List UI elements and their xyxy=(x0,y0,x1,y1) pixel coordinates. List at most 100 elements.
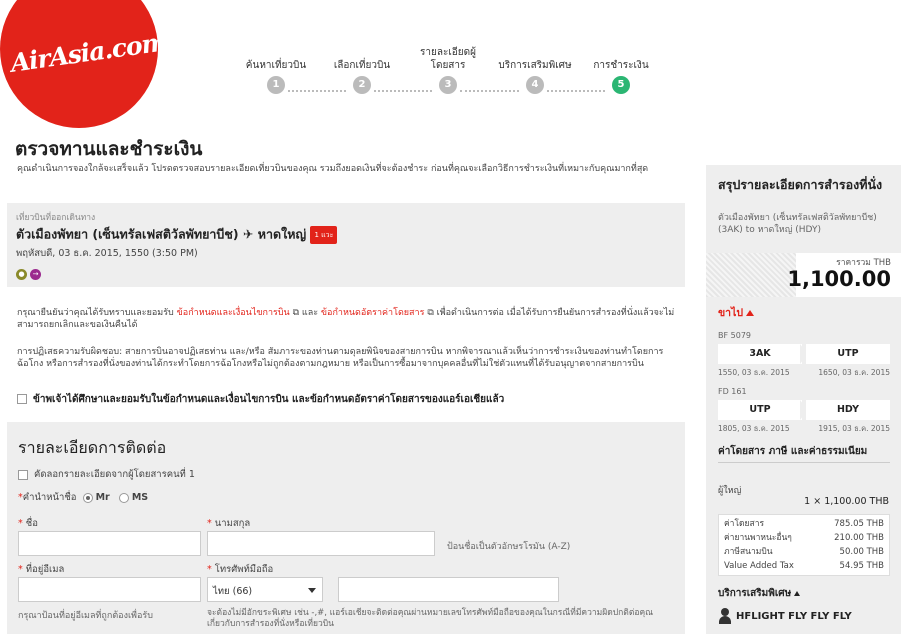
name-hint: ป้อนชื่อเป็นตัวอักษรโรมัน (A-Z) xyxy=(447,542,571,552)
fee-breakdown: ค่าโดยสาร 785.05 THB ค่ายานพาหนะอื่นๆ 210.… xyxy=(718,514,890,576)
outbound-toggle[interactable]: ขาไป xyxy=(718,304,755,321)
segment-destination: HDY xyxy=(806,400,890,420)
extras-toggle[interactable]: บริการเสริมพิเศษ xyxy=(718,586,801,601)
stops-badge: 1 แวะ xyxy=(310,226,338,244)
connection-icon: → xyxy=(30,269,41,280)
fee-row: Value Added Tax 54.95 THB xyxy=(719,559,889,573)
last-name-text: นามสกุล xyxy=(214,518,251,529)
mobile-text: โทรศัพท์มือถือ xyxy=(214,564,274,575)
ms-radio[interactable] xyxy=(118,492,129,503)
email-input[interactable] xyxy=(18,577,201,602)
segment-times: 1805, 03 ธ.ค. 2015 1915, 03 ธ.ค. 2015 xyxy=(718,423,890,435)
fare-rules-link[interactable]: ข้อกำหนดอัตราค่าโดยสาร xyxy=(321,308,425,318)
mr-label: Mr xyxy=(95,492,110,503)
email-label: * ที่อยู่อีเมล xyxy=(18,564,65,575)
step-label: รายละเอียดผู้โดยสาร xyxy=(420,47,476,71)
flight-segment: UTP HDY xyxy=(718,400,890,420)
email-hint: กรุณาป้อนที่อยู่อีเมลที่ถูกต้องเพื่อรับ xyxy=(18,611,153,621)
step-connector xyxy=(460,90,519,92)
collapse-icon xyxy=(794,590,801,596)
departure-time: 1805, 03 ธ.ค. 2015 xyxy=(718,424,790,433)
flight-terms-link[interactable]: ข้อกำหนดและเงื่อนไขการบิน xyxy=(177,308,290,318)
mr-radio[interactable] xyxy=(82,492,93,503)
arrival-time: 1915, 03 ธ.ค. 2015 xyxy=(818,424,890,433)
total-price-box: ราคารวม THB 1,100.00 xyxy=(706,253,901,297)
agree-checkbox[interactable] xyxy=(17,394,27,404)
passenger-row: HFLIGHT FLY FLY FLY xyxy=(718,608,852,624)
flight-route: ตัวเมืองพัทยา (เซ็นทรัลเฟสติวัลพัทยาบีช)… xyxy=(16,226,676,244)
country-code-value: ไทย (66) xyxy=(213,586,253,597)
contact-section: รายละเอียดการติดต่อ คัดลอกรายละเอียดจากผ… xyxy=(7,422,685,634)
adult-label: ผู้ใหญ่ xyxy=(718,486,742,496)
country-code-select[interactable]: ไทย (66) xyxy=(207,577,323,602)
segment-destination: UTP xyxy=(806,344,890,364)
step-connector xyxy=(547,90,605,92)
fees-title: ค่าโดยสาร ภาษี และค่าธรรมเนียม xyxy=(718,446,868,457)
person-icon xyxy=(718,608,732,624)
mobile-input[interactable] xyxy=(338,577,559,602)
collapse-icon xyxy=(746,310,755,316)
fee-amount: 54.95 THB xyxy=(839,561,884,571)
step-number: 4 xyxy=(526,76,544,94)
mobile-label: * โทรศัพท์มือถือ xyxy=(207,564,274,575)
contact-title: รายละเอียดการติดต่อ xyxy=(18,438,167,457)
fee-amount: 785.05 THB xyxy=(834,519,884,529)
step-number: 2 xyxy=(353,76,371,94)
copy-row: คัดลอกรายละเอียดจากผู้โดยสารคนที่ 1 xyxy=(18,467,195,482)
mobile-hint: จะต้องไม่มีอักขระพิเศษ เช่น -,#, แอร์เอเ… xyxy=(207,608,654,629)
total-value: 1,100.00 xyxy=(787,267,891,291)
copy-label: คัดลอกรายละเอียดจากผู้โดยสารคนที่ 1 xyxy=(34,469,195,480)
fee-amount: 210.00 THB xyxy=(834,533,884,543)
step-connector xyxy=(288,90,346,92)
flight-number: BF 5079 xyxy=(718,331,751,340)
arrival-time: 1650, 03 ธ.ค. 2015 xyxy=(818,368,890,377)
intro-text: คุณดำเนินการจองใกล้จะเสร็จแล้ว โปรดตรวจส… xyxy=(17,164,649,174)
flight-segment: 3AK UTP xyxy=(718,344,890,364)
airline-icon: ● xyxy=(16,269,27,280)
flight-number: FD 161 xyxy=(718,387,747,396)
fee-name: ค่ายานพาหนะอื่นๆ xyxy=(724,533,792,543)
last-name-input[interactable] xyxy=(207,531,435,556)
passenger-name: HFLIGHT FLY FLY FLY xyxy=(736,611,852,622)
step-number: 5 xyxy=(612,76,630,94)
fee-row: ค่ายานพาหนะอื่นๆ 210.00 THB xyxy=(719,531,889,545)
step-label: การชำระเงิน xyxy=(593,60,649,71)
route-text: ตัวเมืองพัทยา (เซ็นทรัลเฟสติวัลพัทยาบีช)… xyxy=(16,226,307,242)
title-label: คำนำหน้าชื่อ xyxy=(22,492,77,503)
ms-label: MS xyxy=(131,492,149,503)
summary-route: ตัวเมืองพัทยา (เซ็นทรัลเฟสติวัลพัทยาบีช)… xyxy=(718,213,877,235)
email-text: ที่อยู่อีเมล xyxy=(25,564,65,575)
price-pattern xyxy=(706,253,796,297)
divider xyxy=(718,462,890,463)
segment-origin: UTP xyxy=(718,400,802,420)
terms-mid: และ xyxy=(299,308,321,318)
page-title: ตรวจทานและชำระเงิน xyxy=(15,138,203,160)
flight-card: เที่ยวบินที่ออกเดินทาง ตัวเมืองพัทยา (เซ… xyxy=(7,203,685,287)
fee-amount: 50.00 THB xyxy=(839,547,884,557)
fee-row: ภาษีสนามบิน 50.00 THB xyxy=(719,545,889,559)
outbound-label: ขาไป xyxy=(718,307,744,319)
chevron-down-icon xyxy=(308,588,316,593)
agree-row: ข้าพเจ้าได้ศึกษาและยอมรับในข้อกำหนดและเง… xyxy=(17,392,504,407)
fee-name: Value Added Tax xyxy=(724,561,794,571)
airline-icons: ● → xyxy=(16,264,676,283)
copy-checkbox[interactable] xyxy=(18,469,28,480)
step-5[interactable]: การชำระเงิน 5 xyxy=(561,38,681,94)
disclaimer-text: การปฏิเสธความรับผิดชอบ: สายการบินอาจปฏิเ… xyxy=(17,347,664,369)
first-name-text: ชื่อ xyxy=(25,518,38,529)
flight-date: พฤหัสบดี, 03 ธ.ค. 2015, 1550 (3:50 PM) xyxy=(16,248,198,259)
fee-row: ค่าโดยสาร 785.05 THB xyxy=(719,517,889,531)
fee-name: ค่าโดยสาร xyxy=(724,519,765,529)
step-connector xyxy=(374,90,432,92)
agree-label: ข้าพเจ้าได้ศึกษาและยอมรับในข้อกำหนดและเง… xyxy=(33,394,505,405)
last-name-label: * นามสกุล xyxy=(207,518,251,529)
first-name-input[interactable] xyxy=(18,531,201,556)
summary-title: สรุปรายละเอียดการสำรองที่นั่ง xyxy=(718,177,883,192)
fee-name: ภาษีสนามบิน xyxy=(724,547,773,557)
progress-steps: ค้นหาเที่ยวบิน 1 เลือกเที่ยวบิน 2 รายละเอี… xyxy=(0,0,901,110)
terms-pre: กรุณายืนยันว่าคุณได้รับทราบและยอมรับ xyxy=(17,308,174,318)
first-name-label: * ชื่อ xyxy=(18,518,38,529)
flight-kicker: เที่ยวบินที่ออกเดินทาง xyxy=(16,213,96,223)
segment-origin: 3AK xyxy=(718,344,802,364)
adult-price: 1 × 1,100.00 THB xyxy=(804,496,889,507)
